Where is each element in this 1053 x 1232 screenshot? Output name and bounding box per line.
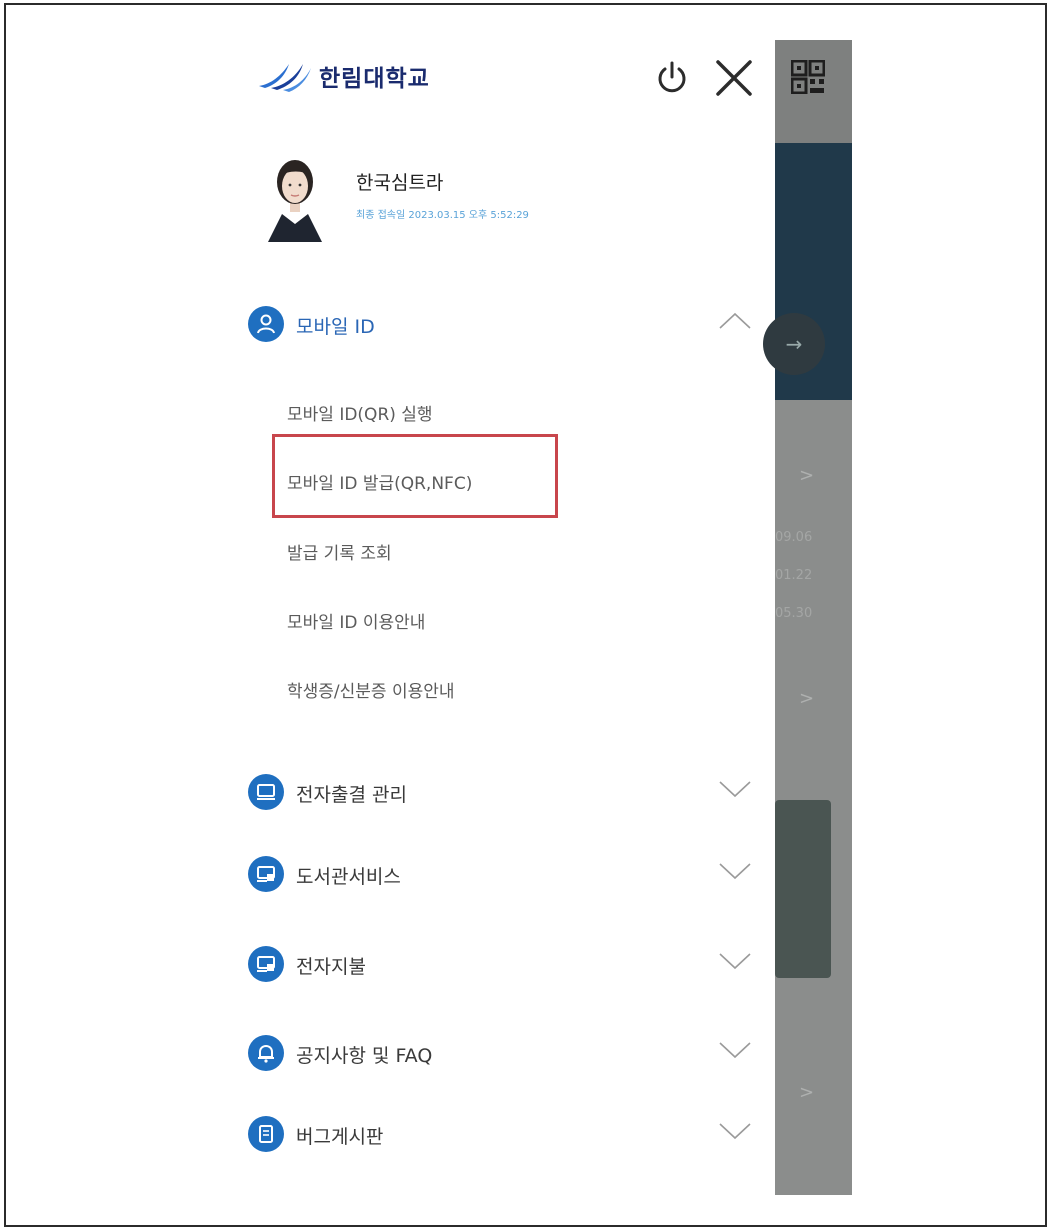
submenu-issue-history[interactable]: 발급 기록 조회 [287,539,392,564]
menu-section-label: 버그게시판 [296,1126,384,1148]
person-icon [248,306,284,342]
background-chevron-right-icon: > [799,465,815,486]
menu-section-label: 전자지불 [296,956,366,978]
last-login-timestamp: 최종 접속일 2023.03.15 오후 5:52:29 [356,210,529,221]
monitor-book-icon [248,856,284,892]
user-name: 한국심트라 [356,172,444,194]
chevron-down-icon[interactable] [718,1120,752,1142]
submenu-mobile-id-guide[interactable]: 모바일 ID 이용안내 [287,608,425,633]
menu-section-label: 전자출결 관리 [296,784,407,806]
menu-section-library[interactable]: 도서관서비스 [248,856,768,896]
menu-section-attendance[interactable]: 전자출결 관리 [248,774,768,814]
monitor-check-icon [248,774,284,810]
menu-section-label: 공지사항 및 FAQ [296,1045,433,1067]
hallym-logo-icon [259,64,311,92]
submenu-mobile-id-qr-run[interactable]: 모바일 ID(QR) 실행 [287,400,433,425]
menu-section-payment[interactable]: 전자지불 [248,946,768,986]
menu-section-bug-board[interactable]: 버그게시판 [248,1116,768,1156]
close-icon[interactable] [714,58,754,98]
chevron-down-icon[interactable] [718,950,752,972]
chevron-up-icon[interactable] [718,310,752,332]
background-arrow-button: → [763,313,825,375]
document-icon [248,1116,284,1152]
monitor-card-icon [248,946,284,982]
background-date: 05.30 [775,606,813,621]
power-icon[interactable] [654,60,690,96]
background-date: 09.06 [775,530,813,545]
background-date: 01.22 [775,568,813,583]
university-logo: 한림대학교 [257,58,430,94]
chevron-down-icon[interactable] [718,860,752,882]
menu-section-notice-faq[interactable]: 공지사항 및 FAQ [248,1035,768,1075]
menu-section-label: 도서관서비스 [296,866,401,888]
background-chevron-right-icon: > [799,688,815,709]
chevron-down-icon[interactable] [718,778,752,800]
bell-icon [248,1035,284,1071]
highlight-annotation-box [272,434,558,518]
avatar [268,160,322,242]
menu-section-label: 모바일 ID [296,316,375,338]
qr-code-icon[interactable] [791,60,825,94]
submenu-student-card-guide[interactable]: 학생증/신분증 이용안내 [287,677,455,702]
background-card [775,800,831,978]
background-app-header [775,40,852,143]
logo-text: 한림대학교 [319,66,430,92]
chevron-down-icon[interactable] [718,1039,752,1061]
background-app-overlay[interactable]: → > 09.06 01.22 05.30 > > [763,40,852,1195]
menu-section-mobile-id[interactable]: 모바일 ID [248,306,768,346]
background-chevron-right-icon: > [799,1082,815,1103]
